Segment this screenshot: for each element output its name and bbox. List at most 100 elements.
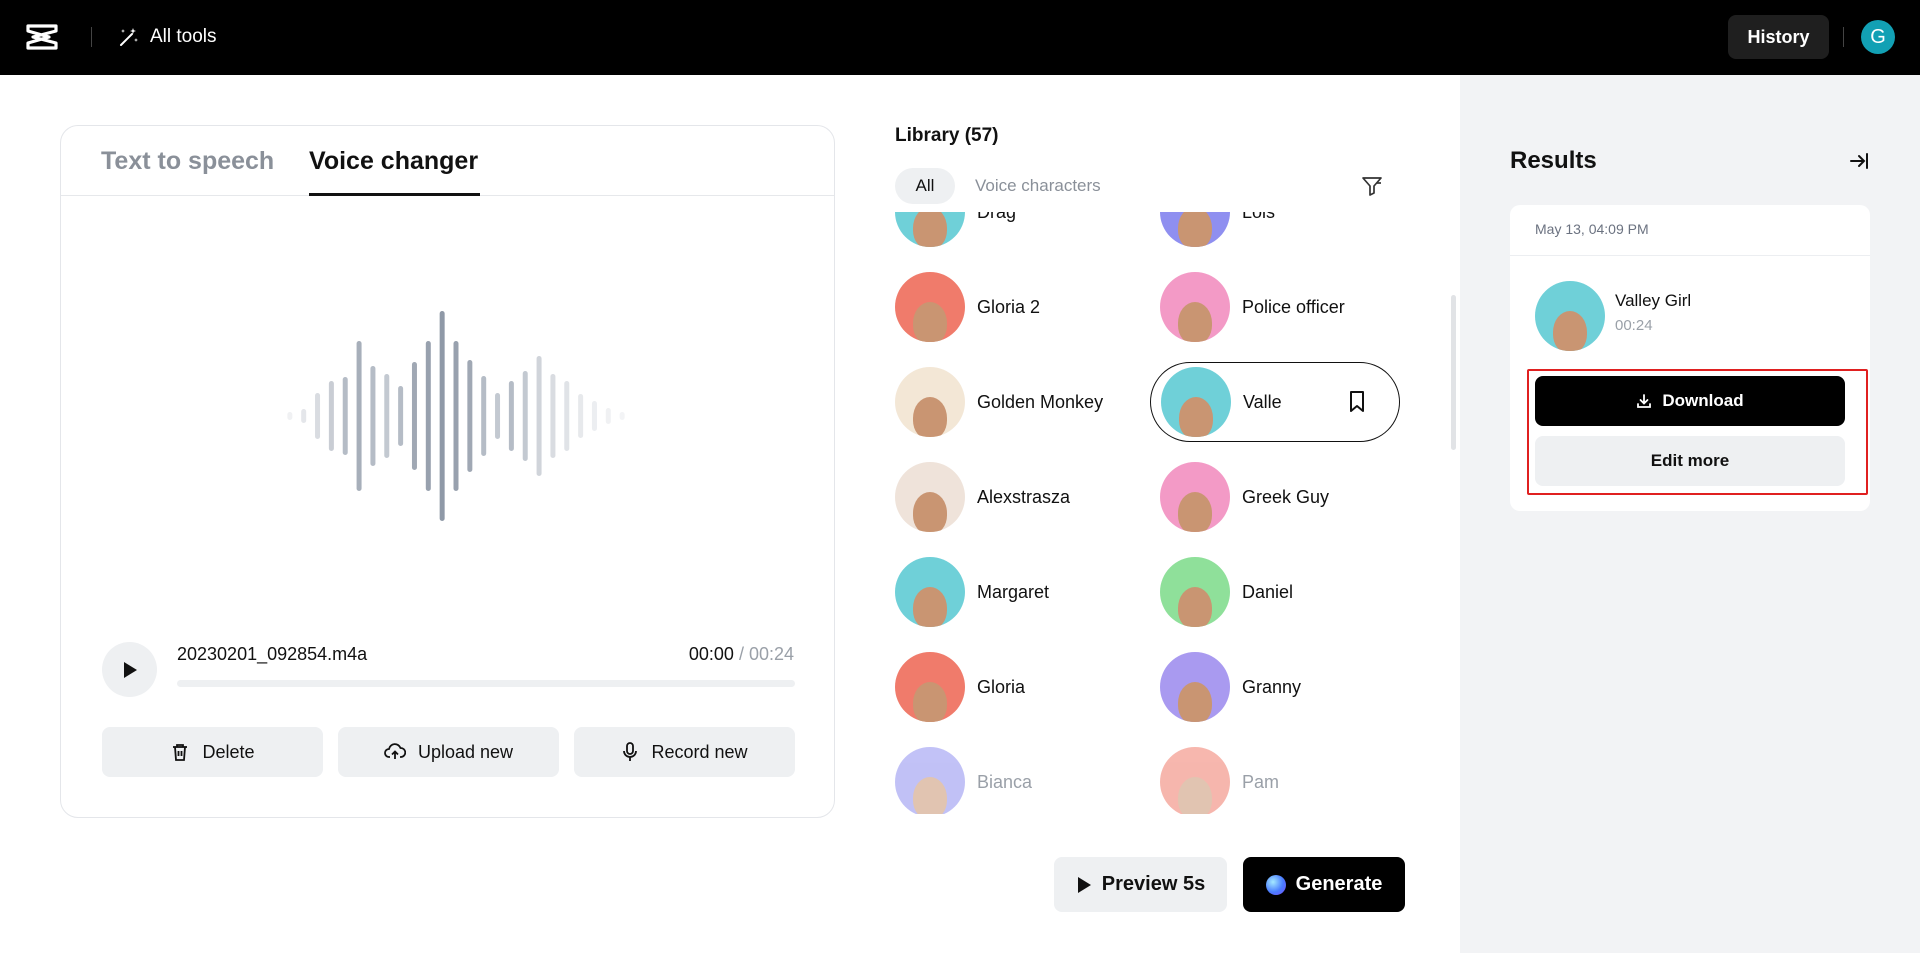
avatar-face bbox=[913, 212, 947, 247]
voice-avatar bbox=[895, 367, 965, 437]
user-avatar[interactable]: G bbox=[1861, 20, 1895, 54]
waveform-bar bbox=[578, 394, 584, 438]
voice-name: Pam bbox=[1242, 771, 1280, 792]
trash-icon bbox=[173, 744, 188, 761]
filter-chip-all[interactable]: All bbox=[895, 168, 955, 204]
voice-item[interactable]: Margaret bbox=[885, 552, 1140, 632]
avatar-face bbox=[1178, 302, 1212, 342]
delete-button[interactable]: Delete bbox=[102, 727, 323, 777]
tab-voice-changer[interactable]: Voice changer bbox=[309, 147, 478, 176]
waveform-bar bbox=[356, 341, 362, 491]
active-tab-indicator bbox=[309, 193, 480, 196]
avatar-face bbox=[1178, 777, 1212, 814]
avatar-face bbox=[913, 587, 947, 627]
voice-item[interactable]: Golden Monkey bbox=[885, 362, 1140, 442]
waveform-bar bbox=[398, 386, 404, 446]
play-icon bbox=[123, 661, 137, 678]
tab-text-to-speech[interactable]: Text to speech bbox=[101, 147, 274, 176]
header-divider bbox=[91, 27, 92, 47]
voice-name: Granny bbox=[1242, 676, 1302, 697]
edit-more-button[interactable]: Edit more bbox=[1535, 436, 1845, 486]
playback-progress-bar[interactable] bbox=[177, 680, 795, 687]
voice-item[interactable]: Gloria 2 bbox=[885, 267, 1140, 347]
voice-avatar bbox=[1160, 212, 1230, 247]
voice-avatar bbox=[895, 747, 965, 814]
voice-item[interactable]: Granny bbox=[1150, 647, 1405, 727]
voice-name: Police officer bbox=[1242, 296, 1345, 317]
audio-file-name: 20230201_092854.m4a bbox=[177, 644, 368, 664]
voice-avatar bbox=[895, 557, 965, 627]
download-button[interactable]: Download bbox=[1535, 376, 1845, 426]
generate-label: Generate bbox=[1295, 873, 1383, 895]
voice-avatar bbox=[1160, 652, 1230, 722]
voice-item[interactable]: Alexstrasza bbox=[885, 457, 1140, 537]
capcut-logo-icon[interactable] bbox=[25, 22, 59, 52]
result-voice-avatar bbox=[1535, 281, 1605, 351]
waveform-bar bbox=[495, 393, 501, 439]
voice-name: Greek Guy bbox=[1242, 486, 1330, 507]
result-voice-name: Valley Girl bbox=[1615, 291, 1692, 310]
voice-item[interactable]: Bianca bbox=[885, 742, 1140, 814]
voice-name: Golden Monkey bbox=[977, 391, 1104, 412]
waveform-bar bbox=[522, 371, 528, 461]
record-label: Record new bbox=[651, 741, 748, 762]
upload-new-button[interactable]: Upload new bbox=[338, 727, 559, 777]
voice-name: Gloria bbox=[977, 676, 1026, 697]
voice-item[interactable]: Valle bbox=[1150, 362, 1400, 442]
play-button[interactable] bbox=[102, 642, 157, 697]
avatar-face bbox=[913, 682, 947, 722]
library-scrollbar[interactable] bbox=[1451, 295, 1456, 450]
waveform-bar bbox=[467, 360, 473, 472]
voice-item[interactable]: Police officer bbox=[1150, 267, 1405, 347]
avatar-face bbox=[913, 397, 947, 437]
waveform-bar bbox=[342, 377, 348, 455]
voice-item[interactable]: Greek Guy bbox=[1150, 457, 1405, 537]
avatar-face bbox=[1178, 587, 1212, 627]
download-label: Download bbox=[1662, 391, 1744, 410]
voice-library-list[interactable]: Drag Lois Gloria 2 Police officer Golden Mon… bbox=[885, 212, 1410, 814]
voice-name: Gloria 2 bbox=[977, 296, 1041, 317]
mode-tabs: Text to speech Voice changer bbox=[61, 126, 834, 196]
history-button[interactable]: History bbox=[1728, 15, 1829, 59]
collapse-panel-icon[interactable] bbox=[1847, 149, 1871, 173]
voice-item[interactable]: Pam bbox=[1150, 742, 1405, 814]
voice-editor-card: Text to speech Voice changer 20230201_09… bbox=[60, 125, 835, 818]
play-icon bbox=[1077, 876, 1091, 893]
avatar-face bbox=[913, 777, 947, 814]
voice-item[interactable]: Daniel bbox=[1150, 552, 1405, 632]
waveform-bar bbox=[439, 311, 445, 521]
filter-icon[interactable] bbox=[1360, 174, 1384, 198]
record-new-button[interactable]: Record new bbox=[574, 727, 795, 777]
voice-avatar bbox=[1160, 747, 1230, 814]
waveform-bar bbox=[384, 374, 390, 458]
file-actions: Delete Upload new Record new bbox=[102, 727, 795, 777]
voice-item[interactable]: Gloria bbox=[885, 647, 1140, 727]
voice-name: Daniel bbox=[1242, 581, 1294, 602]
avatar-face bbox=[913, 302, 947, 342]
voice-avatar bbox=[1160, 272, 1230, 342]
all-tools-button[interactable]: All tools bbox=[118, 24, 217, 50]
voice-item[interactable]: Lois bbox=[1150, 212, 1405, 252]
voice-avatar bbox=[1160, 557, 1230, 627]
filter-chip-voice-characters[interactable]: Voice characters bbox=[975, 176, 1101, 196]
total-time: 00:24 bbox=[748, 644, 794, 664]
voice-item[interactable]: Drag bbox=[885, 212, 1140, 252]
result-date: May 13, 04:09 PM bbox=[1535, 221, 1649, 237]
voice-name: Margaret bbox=[977, 581, 1050, 602]
voice-name: Lois bbox=[1242, 212, 1275, 223]
waveform-bar bbox=[411, 362, 417, 470]
header-divider bbox=[1843, 27, 1844, 47]
avatar-face bbox=[913, 492, 947, 532]
waveform-graphic bbox=[287, 311, 625, 521]
library-title: Library (57) bbox=[895, 125, 999, 146]
bookmark-icon[interactable] bbox=[1347, 389, 1367, 415]
generate-button[interactable]: Generate bbox=[1243, 857, 1405, 912]
current-time: 00:00 bbox=[688, 644, 734, 664]
voice-avatar bbox=[895, 652, 965, 722]
preview-button[interactable]: Preview 5s bbox=[1054, 857, 1227, 912]
delete-label: Delete bbox=[202, 741, 255, 762]
waveform-bar bbox=[508, 381, 514, 451]
waveform-bar bbox=[481, 376, 487, 456]
avatar-face bbox=[1178, 682, 1212, 722]
avatar-face bbox=[1553, 311, 1587, 351]
